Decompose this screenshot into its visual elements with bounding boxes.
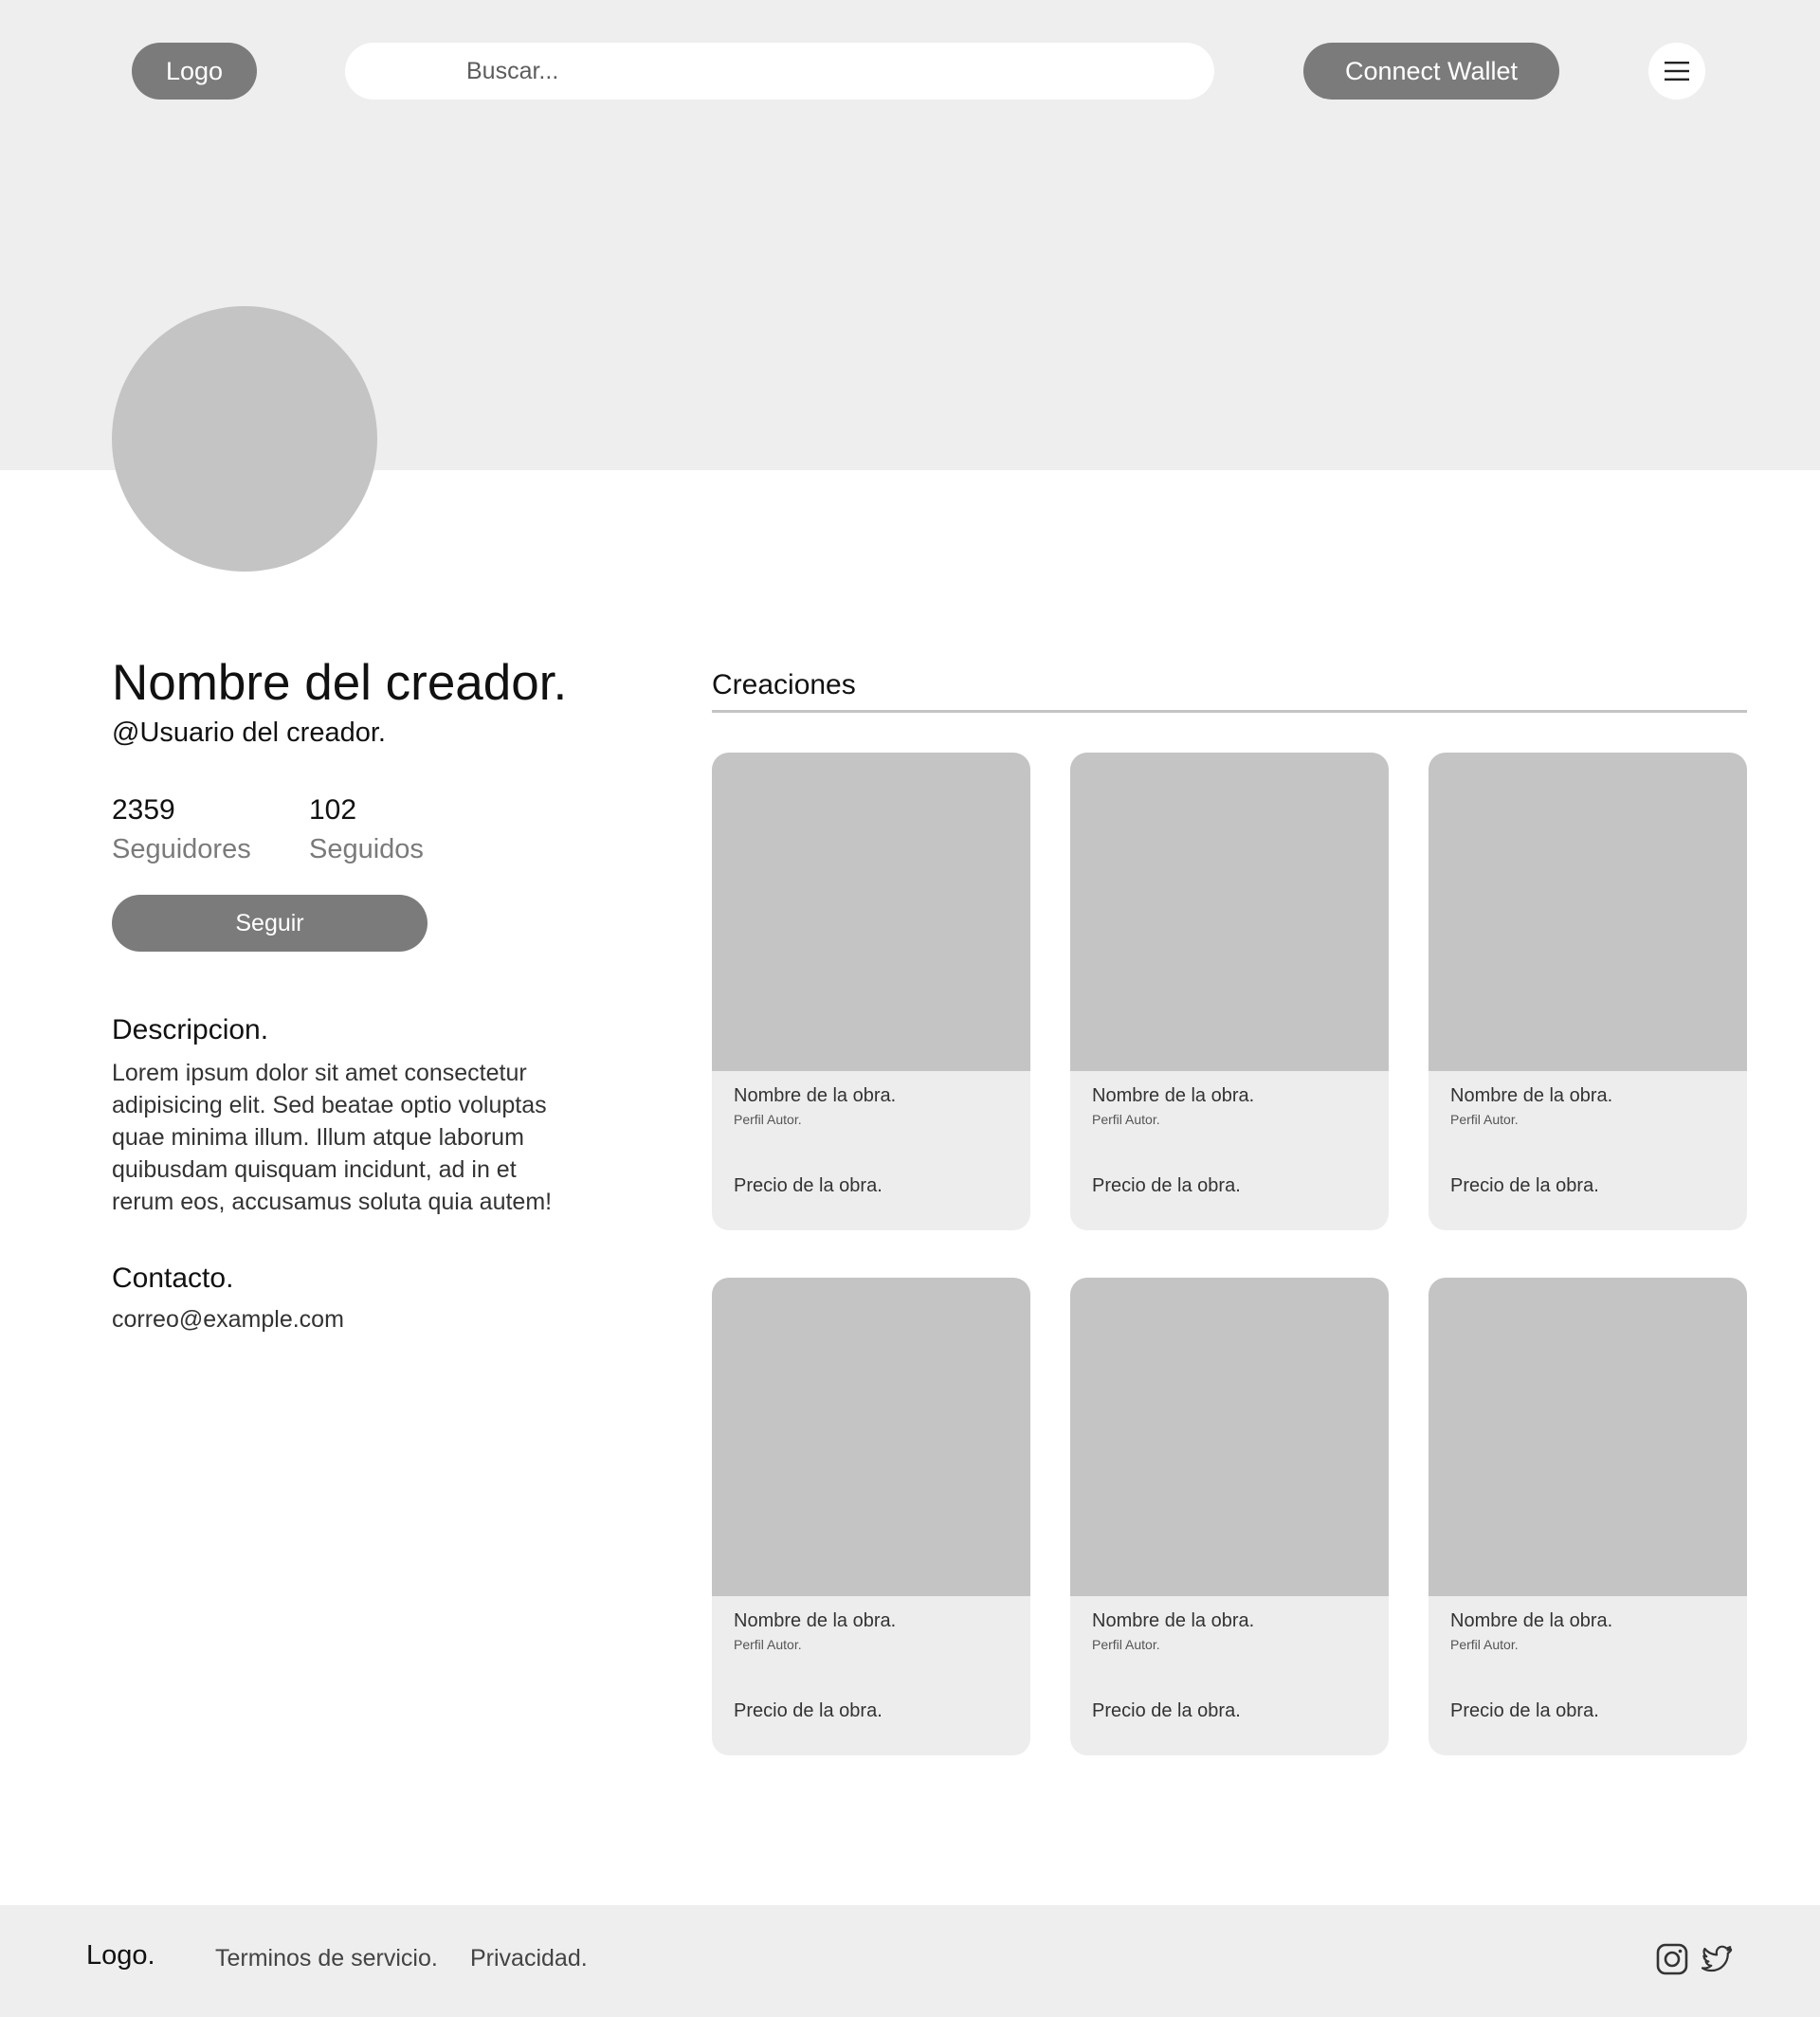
menu-button[interactable]	[1648, 43, 1705, 100]
follow-label: Seguir	[235, 909, 304, 936]
privacy-link[interactable]: Privacidad.	[470, 1945, 588, 1972]
connect-wallet-button[interactable]: Connect Wallet	[1303, 43, 1559, 100]
contact-email[interactable]: correo@example.com	[112, 1306, 344, 1334]
contact-title: Contacto.	[112, 1263, 234, 1294]
artwork-price: Precio de la obra.	[1450, 1700, 1599, 1721]
connect-wallet-label: Connect Wallet	[1344, 56, 1519, 85]
instagram-icon[interactable]	[1656, 1943, 1688, 1975]
artwork-author[interactable]: Perfil Autor.	[1450, 1637, 1519, 1652]
artwork-price: Precio de la obra.	[1450, 1175, 1599, 1196]
artwork-price: Precio de la obra.	[1092, 1175, 1241, 1196]
artwork-author[interactable]: Perfil Autor.	[1092, 1637, 1160, 1652]
tab-creations[interactable]: Creaciones	[712, 669, 856, 701]
search-input[interactable]	[466, 57, 1214, 85]
artwork-image	[1070, 1278, 1389, 1596]
hamburger-menu-icon	[1665, 62, 1689, 81]
artwork-author[interactable]: Perfil Autor.	[734, 1112, 802, 1127]
logo-button[interactable]: Logo	[132, 43, 257, 100]
artwork-author[interactable]: Perfil Autor.	[1450, 1112, 1519, 1127]
twitter-icon[interactable]	[1701, 1943, 1733, 1975]
artwork-title: Nombre de la obra.	[1450, 1610, 1613, 1631]
artwork-price: Precio de la obra.	[734, 1175, 883, 1196]
artwork-card[interactable]: Nombre de la obra. Perfil Autor. Precio …	[1070, 1278, 1389, 1755]
artwork-card[interactable]: Nombre de la obra. Perfil Autor. Precio …	[1429, 1278, 1747, 1755]
artwork-card[interactable]: Nombre de la obra. Perfil Autor. Precio …	[1429, 753, 1747, 1230]
footer-logo[interactable]: Logo.	[86, 1940, 155, 1972]
artwork-card[interactable]: Nombre de la obra. Perfil Autor. Precio …	[712, 753, 1030, 1230]
avatar	[112, 306, 377, 572]
following-count: 102	[309, 794, 357, 826]
artwork-price: Precio de la obra.	[734, 1700, 883, 1721]
artwork-title: Nombre de la obra.	[734, 1610, 897, 1631]
terms-link[interactable]: Terminos de servicio.	[215, 1945, 438, 1972]
artwork-title: Nombre de la obra.	[1092, 1610, 1255, 1631]
follow-button[interactable]: Seguir	[112, 895, 428, 952]
description-text: Lorem ipsum dolor sit amet consectetur a…	[112, 1060, 553, 1215]
artwork-title: Nombre de la obra.	[1092, 1085, 1255, 1106]
artwork-title: Nombre de la obra.	[1450, 1085, 1613, 1106]
followers-count: 2359	[112, 794, 175, 826]
search-bar[interactable]	[345, 43, 1214, 100]
logo-label: Logo	[165, 56, 224, 85]
artwork-author[interactable]: Perfil Autor.	[734, 1637, 802, 1652]
creator-username: @Usuario del creador.	[112, 718, 386, 748]
following-label: Seguidos	[309, 834, 424, 864]
artwork-image	[712, 753, 1030, 1071]
artwork-image	[1429, 1278, 1747, 1596]
creator-name: Nombre del creador.	[112, 655, 568, 711]
artwork-title: Nombre de la obra.	[734, 1085, 897, 1106]
description-title: Descripcion.	[112, 1014, 269, 1045]
artwork-image	[712, 1278, 1030, 1596]
artwork-price: Precio de la obra.	[1092, 1700, 1241, 1721]
artwork-card[interactable]: Nombre de la obra. Perfil Autor. Precio …	[712, 1278, 1030, 1755]
tab-divider	[712, 710, 1747, 713]
artwork-author[interactable]: Perfil Autor.	[1092, 1112, 1160, 1127]
artwork-card[interactable]: Nombre de la obra. Perfil Autor. Precio …	[1070, 753, 1389, 1230]
artwork-image	[1070, 753, 1389, 1071]
followers-label: Seguidores	[112, 834, 251, 864]
artwork-image	[1429, 753, 1747, 1071]
